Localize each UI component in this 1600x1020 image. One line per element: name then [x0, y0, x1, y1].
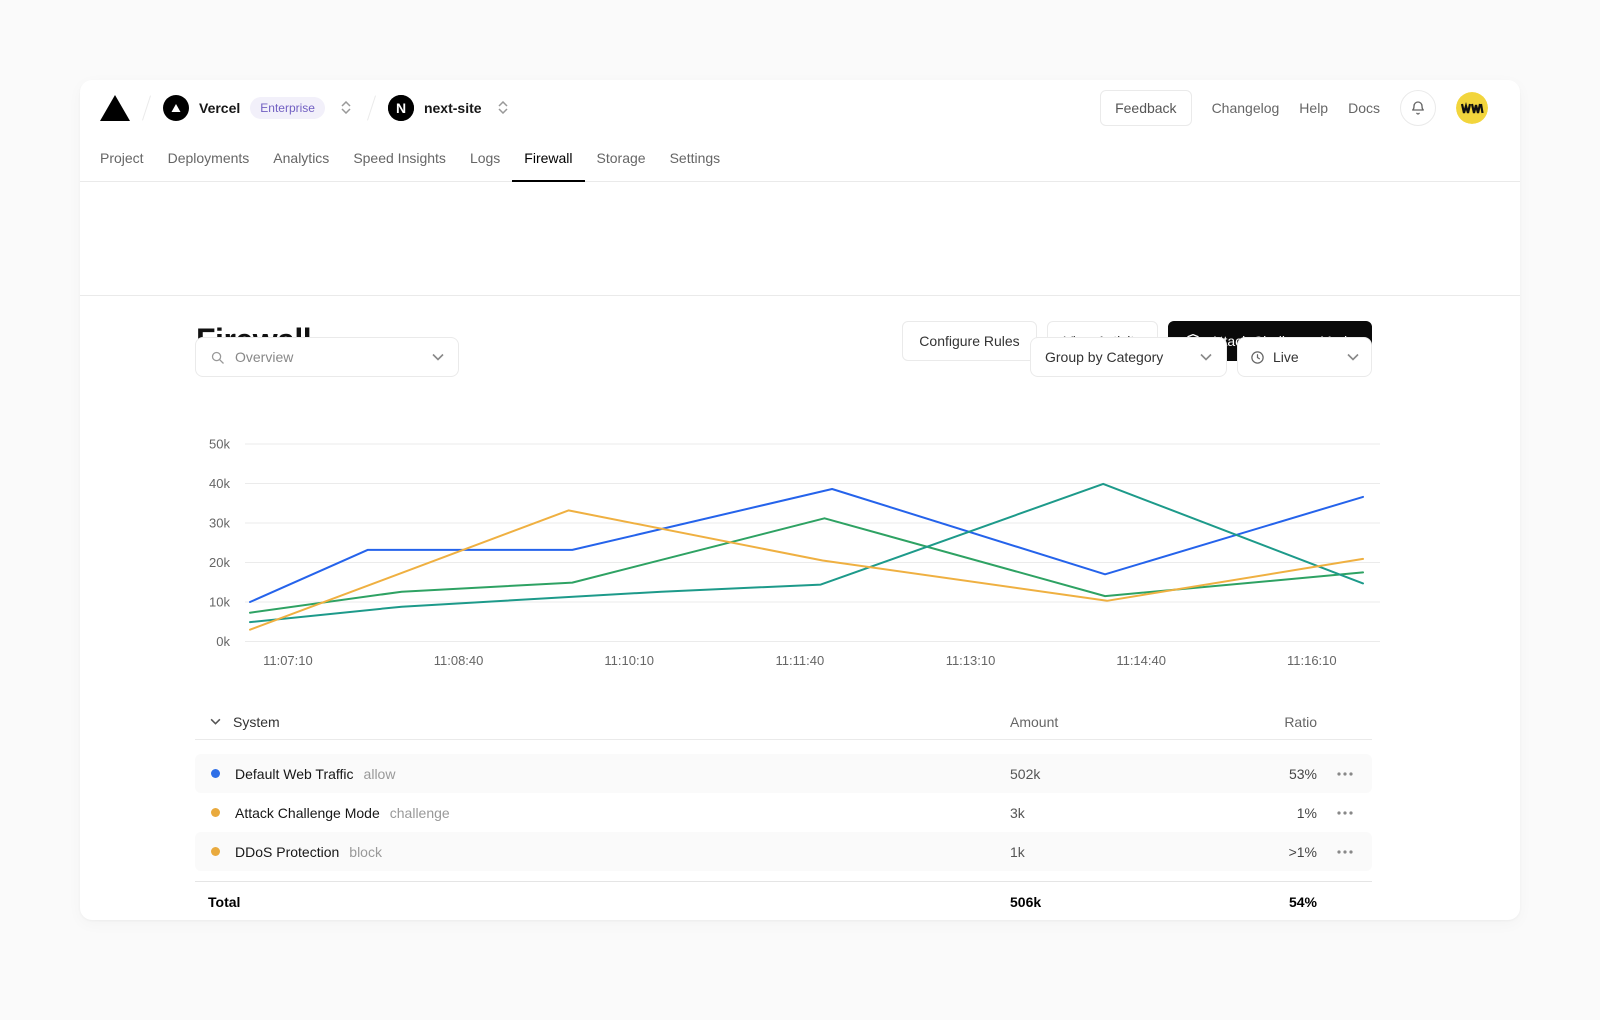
y-axis-tick-label: 50k — [209, 437, 230, 452]
page-header-section: Firewall Configure Rules View Activity A… — [80, 182, 1520, 296]
team-avatar — [163, 95, 189, 121]
configure-rules-button[interactable]: Configure Rules — [902, 321, 1036, 361]
project-name: next-site — [424, 100, 482, 116]
project-switcher-icon[interactable] — [494, 97, 512, 118]
total-ratio: 54% — [1289, 894, 1317, 910]
dashboard-card: Vercel Enterprise N next-site Fe — [80, 80, 1520, 920]
x-axis-tick-label: 11:16:10 — [1287, 653, 1337, 668]
team-switcher[interactable]: Vercel Enterprise — [163, 95, 355, 121]
x-axis-tick-label: 11:08:40 — [434, 653, 484, 668]
team-switcher-icon[interactable] — [337, 97, 355, 118]
total-amount: 506k — [1010, 894, 1041, 910]
y-axis-tick-label: 0k — [216, 634, 230, 649]
slash-divider — [367, 95, 376, 120]
rule-action: challenge — [390, 805, 450, 821]
x-axis-tick-label: 11:14:40 — [1116, 653, 1166, 668]
y-axis-tick-label: 10k — [209, 595, 230, 610]
tab-deployments[interactable]: Deployments — [156, 135, 262, 182]
group-by-select-value: Group by Category — [1045, 349, 1163, 365]
project-nav: Project Deployments Analytics Speed Insi… — [80, 135, 1520, 182]
column-header-amount: Amount — [1010, 714, 1058, 730]
chart-series-line — [250, 484, 1363, 622]
x-axis-tick-label: 11:11:40 — [776, 653, 825, 668]
traffic-chart-container: 0k 10k 20k 30k 40k 50k 11:07:10 11:08:40 11:10:1… — [190, 415, 1390, 685]
changelog-link[interactable]: Changelog — [1212, 100, 1280, 116]
rule-action: allow — [364, 766, 396, 782]
x-axis-tick-label: 11:10:10 — [604, 653, 654, 668]
x-axis-tick-label: 11:07:10 — [263, 653, 313, 668]
rule-name: Attack Challenge Mode — [235, 805, 380, 821]
tab-speed-insights[interactable]: Speed Insights — [341, 135, 458, 182]
project-avatar: N — [388, 95, 414, 121]
tab-settings[interactable]: Settings — [658, 135, 733, 182]
feedback-button[interactable]: Feedback — [1100, 90, 1191, 126]
bell-icon — [1410, 100, 1426, 116]
collapse-chevron-icon[interactable] — [210, 718, 221, 725]
series-dot — [211, 769, 220, 778]
notifications-button[interactable] — [1400, 90, 1436, 126]
ellipsis-icon — [1337, 850, 1353, 854]
row-menu-button[interactable] — [1332, 761, 1358, 787]
rule-ratio: 1% — [1297, 805, 1317, 821]
rule-ratio: >1% — [1289, 844, 1317, 860]
series-dot — [211, 847, 220, 856]
svg-text:N: N — [396, 100, 406, 116]
team-name: Vercel — [199, 100, 240, 116]
time-range-select[interactable]: Live — [1237, 337, 1372, 377]
series-dot — [211, 808, 220, 817]
help-link[interactable]: Help — [1299, 100, 1328, 116]
rule-name: Default Web Traffic — [235, 766, 354, 782]
rule-amount: 1k — [1010, 844, 1025, 860]
user-avatar[interactable] — [1456, 92, 1488, 124]
time-range-select-value: Live — [1273, 349, 1299, 365]
chevron-down-icon — [1200, 353, 1212, 361]
table-group-header: System Amount Ratio — [195, 704, 1372, 740]
tab-storage[interactable]: Storage — [585, 135, 658, 182]
y-axis-tick-label: 30k — [209, 516, 230, 531]
clock-icon — [1250, 350, 1265, 365]
total-label: Total — [208, 894, 240, 910]
vercel-logo-icon[interactable] — [100, 95, 130, 121]
tab-logs[interactable]: Logs — [458, 135, 512, 182]
overview-select[interactable]: Overview — [195, 337, 459, 377]
top-header: Vercel Enterprise N next-site Fe — [80, 80, 1520, 135]
row-menu-button[interactable] — [1332, 800, 1358, 826]
rule-action: block — [349, 844, 382, 860]
docs-link[interactable]: Docs — [1348, 100, 1380, 116]
y-axis-tick-label: 20k — [209, 555, 230, 570]
search-icon — [210, 350, 225, 365]
project-switcher[interactable]: N next-site — [388, 95, 512, 121]
chart-series-line — [250, 518, 1363, 612]
slash-divider — [142, 95, 151, 120]
table-row[interactable]: Default Web Traffic allow 502k 53% — [195, 754, 1372, 793]
plan-badge: Enterprise — [250, 97, 325, 119]
overview-select-value: Overview — [235, 349, 293, 365]
rule-amount: 502k — [1010, 766, 1040, 782]
rule-amount: 3k — [1010, 805, 1025, 821]
row-menu-button[interactable] — [1332, 839, 1358, 865]
tab-analytics[interactable]: Analytics — [261, 135, 341, 182]
chevron-down-icon — [432, 353, 444, 361]
x-axis-tick-label: 11:13:10 — [946, 653, 996, 668]
table-row[interactable]: Attack Challenge Mode challenge 3k 1% — [195, 793, 1372, 832]
ellipsis-icon — [1337, 772, 1353, 776]
ellipsis-icon — [1337, 811, 1353, 815]
tab-project[interactable]: Project — [88, 135, 156, 182]
column-header-ratio: Ratio — [1284, 714, 1317, 730]
traffic-chart: 0k 10k 20k 30k 40k 50k 11:07:10 11:08:40 11:10:1… — [190, 415, 1390, 685]
y-axis-tick-label: 40k — [209, 476, 230, 491]
table-row[interactable]: DDoS Protection block 1k >1% — [195, 832, 1372, 871]
chevron-down-icon — [1347, 353, 1359, 361]
group-label: System — [233, 714, 280, 730]
rule-name: DDoS Protection — [235, 844, 339, 860]
group-by-select[interactable]: Group by Category — [1030, 337, 1227, 377]
table-total-row: Total 506k 54% — [195, 881, 1372, 920]
rule-ratio: 53% — [1289, 766, 1317, 782]
chart-series-line — [250, 510, 1363, 629]
tab-firewall[interactable]: Firewall — [512, 135, 584, 182]
